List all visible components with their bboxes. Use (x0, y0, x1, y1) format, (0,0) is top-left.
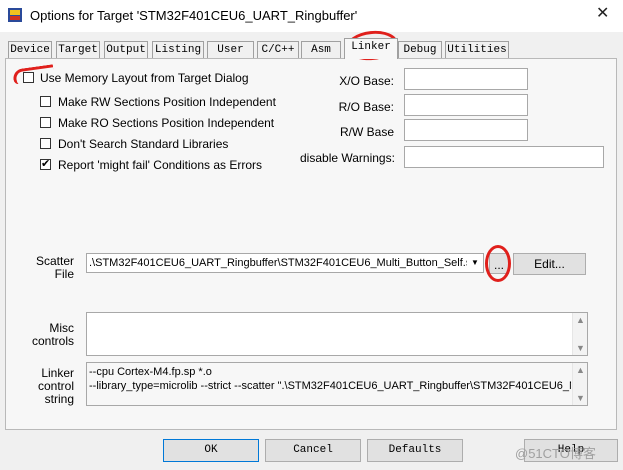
use-memory-layout-label: Use Memory Layout from Target Dialog (40, 71, 249, 85)
ro-position-independent-checkbox[interactable] (40, 117, 51, 128)
rw-base-label: R/W Base (339, 125, 394, 139)
tab-device[interactable]: Device (8, 41, 52, 58)
chevron-down-icon[interactable]: ▼ (467, 254, 483, 272)
tab-asm[interactable]: Asm (301, 41, 341, 58)
close-icon[interactable]: ✕ (596, 6, 609, 22)
ro-position-independent-label: Make RO Sections Position Independent (58, 116, 275, 130)
linker-control-line1: --cpu Cortex-M4.fp.sp *.o (89, 366, 212, 378)
tab-cc[interactable]: C/C++ (257, 41, 299, 58)
xo-base-input[interactable] (404, 68, 528, 90)
tab-utilities[interactable]: Utilities (445, 41, 509, 58)
dont-search-std-libs-checkbox[interactable] (40, 138, 51, 149)
report-might-fail-checkbox[interactable]: ✔ (40, 158, 51, 170)
linker-control-label-line2: control (37, 379, 74, 393)
scatter-file-combo[interactable]: .\STM32F401CEU6_UART_Ringbuffer\STM32F40… (86, 253, 484, 273)
rw-position-independent-checkbox[interactable] (40, 96, 51, 107)
scroll-down-icon[interactable]: ▼ (573, 393, 588, 403)
xo-base-label: X/O Base: (339, 74, 394, 88)
report-might-fail-label: Report 'might fail' Conditions as Errors (58, 158, 262, 172)
disable-warnings-input[interactable] (404, 146, 604, 168)
misc-controls-textarea[interactable]: ▲ ▼ (86, 312, 588, 356)
tab-linker[interactable]: Linker (344, 38, 398, 59)
tab-listing[interactable]: Listing (152, 41, 204, 58)
disable-warnings-label: disable Warnings: (300, 151, 395, 165)
scatter-label-line1: Scatter (35, 254, 74, 268)
linker-control-line2: --library_type=microlib --strict --scatt… (89, 380, 571, 392)
misc-scrollbar[interactable]: ▲ ▼ (572, 313, 587, 355)
misc-label-line2: controls (31, 334, 74, 348)
ro-base-label: R/O Base: (338, 100, 394, 114)
linker-control-label-line1: Linker (41, 366, 74, 380)
scroll-up-icon[interactable]: ▲ (573, 365, 588, 375)
linker-control-label-line3: string (44, 392, 74, 406)
scroll-down-icon[interactable]: ▼ (573, 343, 588, 353)
keil-uvision-icon (8, 8, 22, 22)
ok-button[interactable]: OK (163, 439, 259, 462)
misc-label-line1: Misc (49, 321, 74, 335)
watermark: @51CTO博客 (515, 446, 596, 461)
tab-user[interactable]: User (207, 41, 254, 58)
scroll-up-icon[interactable]: ▲ (573, 315, 588, 325)
tab-output[interactable]: Output (104, 41, 148, 58)
ro-base-input[interactable] (404, 94, 528, 116)
tab-target[interactable]: Target (56, 41, 100, 58)
tab-debug[interactable]: Debug (398, 41, 442, 58)
defaults-button[interactable]: Defaults (367, 439, 463, 462)
scatter-file-value: .\STM32F401CEU6_UART_Ringbuffer\STM32F40… (89, 257, 467, 269)
rw-base-input[interactable] (404, 119, 528, 141)
title-bar: Options for Target 'STM32F401CEU6_UART_R… (0, 0, 623, 32)
browse-button-highlight-annotation (485, 245, 511, 282)
cancel-button[interactable]: Cancel (265, 439, 361, 462)
window-title: Options for Target 'STM32F401CEU6_UART_R… (30, 8, 358, 23)
rw-position-independent-label: Make RW Sections Position Independent (58, 95, 276, 109)
linker-control-scrollbar[interactable]: ▲ ▼ (572, 363, 587, 405)
edit-scatter-button[interactable]: Edit... (513, 253, 586, 275)
checkmark-icon: ✔ (41, 158, 51, 170)
linker-control-string: --cpu Cortex-M4.fp.sp *.o --library_type… (86, 362, 588, 406)
scatter-label-line2: File (54, 267, 74, 281)
dont-search-std-libs-label: Don't Search Standard Libraries (58, 137, 229, 151)
